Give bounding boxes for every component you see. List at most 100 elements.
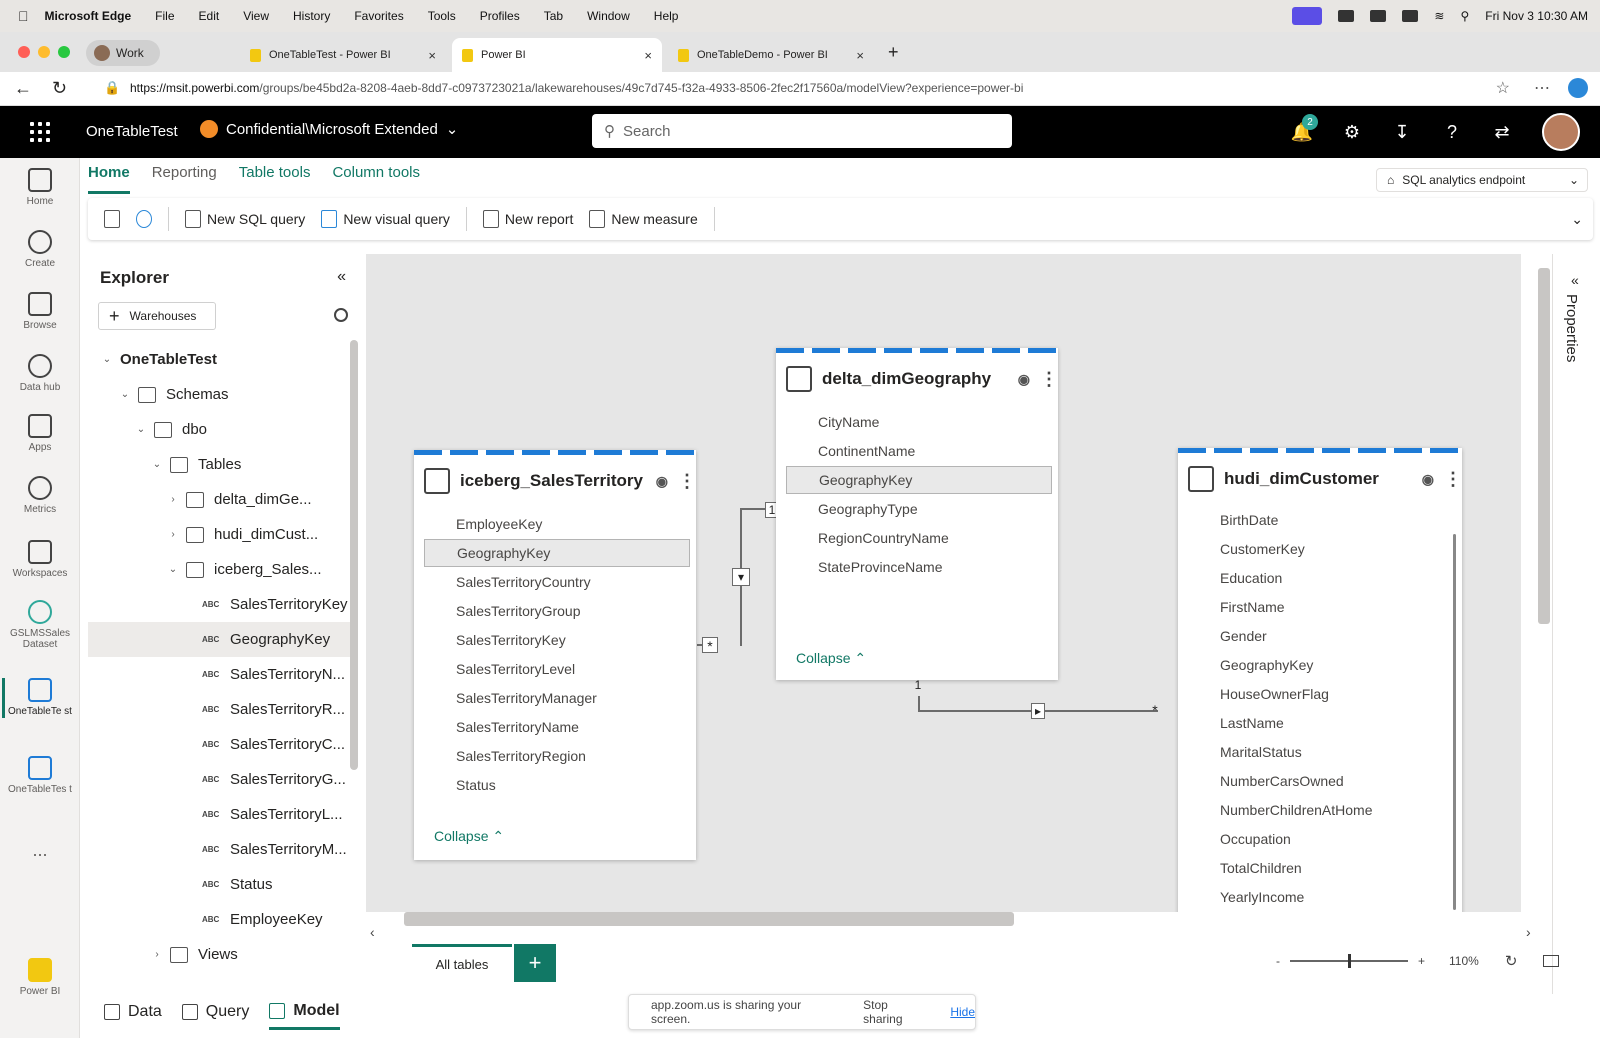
add-warehouses-button[interactable]: + Warehouses: [98, 302, 216, 330]
search-input[interactable]: ⚲ Search: [592, 114, 1012, 148]
field-item[interactable]: Education: [1188, 564, 1456, 592]
view-tab-model[interactable]: Model: [269, 994, 340, 1030]
scroll-right-icon[interactable]: ›: [1526, 924, 1531, 940]
collapse-button[interactable]: Collapse ⌃: [434, 828, 504, 845]
menu-history[interactable]: History: [293, 9, 330, 23]
properties-label[interactable]: Properties: [1563, 294, 1580, 362]
canvas-vertical-scrollbar[interactable]: [1538, 268, 1550, 624]
tree-column[interactable]: ABC SalesTerritoryR...: [88, 692, 358, 727]
menu-file[interactable]: File: [155, 9, 174, 23]
tree-tables[interactable]: ⌄ Tables: [88, 447, 358, 482]
table-card-iceberg[interactable]: iceberg_SalesTerritory ◉ ⋮ EmployeeKey G…: [414, 450, 696, 860]
profile-button[interactable]: Work: [86, 40, 160, 66]
tree-column[interactable]: ABC Status: [88, 867, 358, 902]
field-item[interactable]: SalesTerritoryRegion: [424, 742, 690, 770]
more-options-icon[interactable]: ⋮: [678, 471, 696, 492]
menu-help[interactable]: Help: [654, 9, 679, 23]
zoom-window-icon[interactable]: [58, 46, 70, 58]
expand-ribbon-icon[interactable]: ⌄: [1571, 211, 1583, 228]
tree-column[interactable]: ABC SalesTerritoryM...: [88, 832, 358, 867]
field-item[interactable]: CustomerKey: [1188, 535, 1456, 563]
zoom-slider-thumb[interactable]: [1348, 954, 1351, 968]
field-item[interactable]: HouseOwnerFlag: [1188, 680, 1456, 708]
view-tab-query[interactable]: Query: [181, 994, 249, 1030]
share-icon[interactable]: ⇄: [1492, 122, 1512, 142]
apple-icon[interactable]: : [18, 8, 29, 24]
new-visual-query-button[interactable]: New visual query: [321, 210, 450, 228]
field-item[interactable]: SalesTerritoryName: [424, 713, 690, 741]
more-icon[interactable]: ⋯: [1534, 78, 1550, 98]
rail-more[interactable]: ...: [0, 840, 80, 861]
screen-share-icon[interactable]: [1292, 7, 1323, 25]
field-item[interactable]: SalesTerritoryLevel: [424, 655, 690, 683]
field-item[interactable]: NumberChildrenAtHome: [1188, 796, 1456, 824]
wifi-icon[interactable]: ≋: [1434, 9, 1444, 23]
field-item[interactable]: TotalChildren: [1188, 854, 1456, 882]
tree-dbo[interactable]: ⌄ dbo: [88, 412, 358, 447]
browser-tab-1[interactable]: OneTableTest - Power BI ×: [240, 38, 446, 72]
rail-onetabletest-1[interactable]: OneTableTe st: [0, 678, 80, 718]
filter-direction-icon[interactable]: ▸: [1031, 703, 1045, 719]
rail-onetabletest-2[interactable]: OneTableTes t: [0, 756, 80, 795]
table-card-delta[interactable]: delta_dimGeography ◉ ⋮ CityName Continen…: [776, 348, 1058, 680]
field-item[interactable]: SalesTerritoryManager: [424, 684, 690, 712]
workspace-name[interactable]: OneTableTest: [86, 123, 178, 140]
new-measure-button[interactable]: New measure: [589, 210, 698, 228]
reset-view-icon[interactable]: ↻: [1505, 952, 1518, 970]
tree-table-item[interactable]: ⌄ iceberg_Sales...: [88, 552, 358, 587]
visibility-icon[interactable]: ◉: [1422, 471, 1434, 488]
refresh-icon[interactable]: ↻: [52, 78, 67, 99]
tree-schemas[interactable]: ⌄ Schemas: [88, 377, 358, 412]
battery-icon[interactable]: [1402, 10, 1419, 22]
tree-column[interactable]: ABC SalesTerritoryG...: [88, 762, 358, 797]
lock-icon[interactable]: 🔒: [104, 80, 120, 96]
field-item[interactable]: NumberCarsOwned: [1188, 767, 1456, 795]
back-icon[interactable]: ←: [14, 78, 32, 99]
tree-column[interactable]: ABC SalesTerritoryN...: [88, 657, 358, 692]
menu-app[interactable]: Microsoft Edge: [45, 9, 132, 23]
menu-view[interactable]: View: [243, 9, 269, 23]
tree-root[interactable]: ⌄ OneTableTest: [88, 342, 358, 377]
zoom-slider[interactable]: [1290, 954, 1408, 968]
tree-column[interactable]: ABC SalesTerritoryKey: [88, 587, 358, 622]
get-data-icon[interactable]: [104, 210, 120, 228]
field-item[interactable]: LastName: [1188, 709, 1456, 737]
tab-reporting[interactable]: Reporting: [152, 164, 217, 194]
url-field[interactable]: https://msit.powerbi.com/groups/be45bd2a…: [130, 81, 1023, 95]
model-canvas[interactable]: * ▾ 1 1 ▸ * iceberg_SalesTerritory ◉ ⋮ E…: [366, 254, 1521, 912]
rail-home[interactable]: Home: [0, 168, 80, 207]
add-layout-button[interactable]: +: [514, 944, 556, 982]
tree-table-item[interactable]: › hudi_dimCust...: [88, 517, 358, 552]
rail-workspaces[interactable]: Workspaces: [0, 540, 80, 579]
spotlight-icon[interactable]: ⚲: [1460, 9, 1469, 23]
browser-tab-2[interactable]: Power BI ×: [452, 38, 662, 72]
menu-profiles[interactable]: Profiles: [480, 9, 520, 23]
clock[interactable]: Fri Nov 3 10:30 AM: [1485, 9, 1588, 23]
close-tab-icon[interactable]: ×: [856, 48, 864, 63]
field-item[interactable]: Occupation: [1188, 825, 1456, 853]
download-icon[interactable]: ↧: [1392, 122, 1412, 142]
field-item[interactable]: SalesTerritoryGroup: [424, 597, 690, 625]
card-scrollbar[interactable]: [1453, 534, 1456, 910]
filter-direction-icon[interactable]: ▾: [732, 568, 750, 586]
tab-column-tools[interactable]: Column tools: [332, 164, 420, 194]
tab-home[interactable]: Home: [88, 164, 130, 194]
new-report-button[interactable]: New report: [482, 210, 573, 228]
fit-to-screen-icon[interactable]: [1543, 955, 1560, 967]
scroll-left-icon[interactable]: ‹: [370, 924, 375, 940]
view-tab-data[interactable]: Data: [104, 994, 162, 1030]
field-item[interactable]: ContinentName: [786, 437, 1052, 465]
zoom-in-icon[interactable]: +: [1418, 954, 1425, 968]
menu-tab[interactable]: Tab: [544, 9, 563, 23]
new-tab-icon[interactable]: +: [888, 42, 899, 63]
close-tab-icon[interactable]: ×: [428, 48, 436, 63]
settings-icon[interactable]: ⚙: [1342, 122, 1362, 142]
new-sql-query-button[interactable]: New SQL query: [185, 210, 305, 228]
field-item[interactable]: YearlyIncome: [1188, 883, 1456, 911]
vpn-icon[interactable]: [1370, 10, 1387, 22]
menu-edit[interactable]: Edit: [199, 9, 220, 23]
settings-gear-icon[interactable]: [136, 210, 152, 228]
rail-data-hub[interactable]: Data hub: [0, 354, 80, 393]
close-tab-icon[interactable]: ×: [644, 48, 652, 63]
layout-tab-all-tables[interactable]: All tables: [412, 944, 512, 982]
